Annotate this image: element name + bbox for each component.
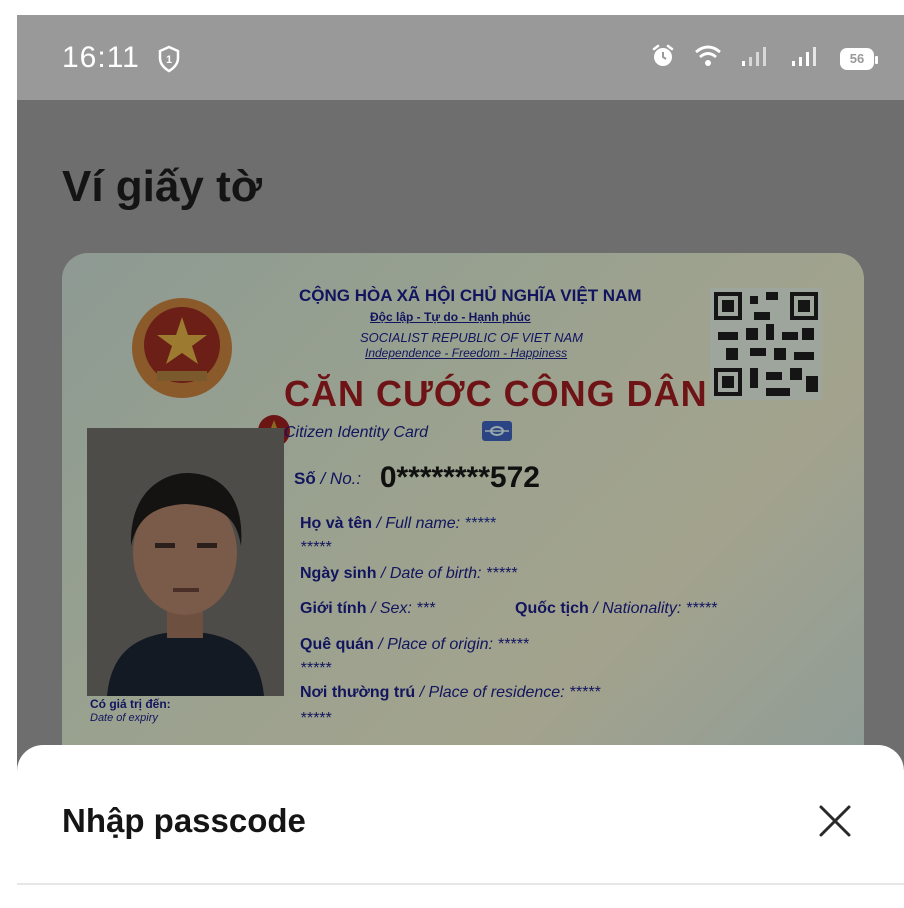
- citizen-id-card[interactable]: CỘNG HÒA XÃ HỘI CHỦ NGHĨA VIỆT NAM Độc l…: [62, 253, 864, 773]
- card-title: CĂN CƯỚC CÔNG DÂN: [284, 373, 708, 414]
- nationality-label-en: / Nationality:: [593, 600, 682, 617]
- sex-row: Giới tính / Sex: ***: [300, 600, 435, 618]
- close-icon[interactable]: [815, 801, 855, 841]
- sheet-divider: [17, 883, 904, 885]
- portrait-photo: [87, 428, 284, 696]
- origin-value: *****: [497, 636, 529, 653]
- number-label: Số: [294, 469, 316, 488]
- shield-icon: 1: [157, 45, 181, 78]
- sex-label: Giới tính: [300, 600, 367, 617]
- wifi-icon: [694, 44, 722, 73]
- status-time: 16:11: [62, 41, 140, 74]
- origin-value-line2: *****: [300, 660, 332, 677]
- card-motto-en: Independence - Freedom - Happiness: [365, 346, 568, 360]
- id-number-row: Số / No.: 0********572: [294, 458, 540, 494]
- svg-text:1: 1: [166, 54, 172, 66]
- national-emblem-icon: [132, 298, 232, 398]
- residence-label: Nơi thường trú: [300, 684, 416, 701]
- card-header-en: SOCIALIST REPUBLIC OF VIET NAM: [360, 330, 583, 345]
- number-label-en: / No.:: [320, 469, 362, 488]
- fullname-label: Họ và tên: [300, 515, 373, 532]
- alarm-icon: [650, 43, 676, 74]
- dob-label: Ngày sinh: [300, 565, 377, 582]
- card-motto-vn: Độc lập - Tự do - Hạnh phúc: [370, 310, 531, 324]
- fullname-label-en: / Full name:: [376, 515, 461, 532]
- dob-value: *****: [485, 565, 518, 582]
- page-title: Ví giấy tờ: [62, 162, 262, 211]
- dob-row: Ngày sinh / Date of birth: *****: [300, 565, 517, 583]
- origin-row: Quê quán / Place of origin: *****: [300, 636, 529, 654]
- residence-label-en: / Place of residence:: [419, 684, 565, 701]
- expiry-label-en: Date of expiry: [90, 712, 158, 724]
- nationality-row: Quốc tịch / Nationality: *****: [515, 600, 717, 618]
- close-button[interactable]: [815, 801, 855, 841]
- id-number: 0********572: [379, 461, 540, 494]
- sheet-title: Nhập passcode: [62, 802, 306, 839]
- signal-icon: [790, 45, 822, 72]
- origin-label: Quê quán: [300, 636, 374, 653]
- phone-screen: 16:11 1 56 Ví giấy tờ CỘNG HÒA XÃ HỘI CH…: [17, 15, 904, 908]
- expiry-label: Có giá trị đến:: [90, 697, 171, 711]
- qr-code[interactable]: [710, 288, 822, 400]
- sex-value: ***: [416, 600, 435, 617]
- fullname-value-line2: *****: [300, 539, 332, 556]
- residence-row: Nơi thường trú / Place of residence: ***…: [300, 684, 600, 702]
- card-header-vn: CỘNG HÒA XÃ HỘI CHỦ NGHĨA VIỆT NAM: [299, 286, 642, 305]
- battery-icon: 56: [840, 47, 878, 70]
- residence-value: *****: [569, 684, 601, 701]
- chip-icon: [482, 421, 512, 441]
- origin-label-en: / Place of origin:: [378, 636, 493, 653]
- status-icons: 56: [650, 43, 878, 74]
- nationality-label: Quốc tịch: [515, 600, 589, 617]
- status-bar: 16:11 1 56: [17, 15, 904, 100]
- fullname-row: Họ và tên / Full name: *****: [300, 515, 496, 533]
- fullname-value: *****: [464, 515, 496, 532]
- nationality-value: *****: [685, 600, 717, 617]
- passcode-bottom-sheet: Nhập passcode: [17, 745, 904, 908]
- residence-value-line2: *****: [300, 710, 332, 727]
- card-subtitle: Citizen Identity Card: [284, 424, 429, 441]
- sex-label-en: / Sex:: [370, 600, 412, 617]
- dob-label-en: / Date of birth:: [380, 565, 482, 582]
- signal-icon: [740, 45, 772, 72]
